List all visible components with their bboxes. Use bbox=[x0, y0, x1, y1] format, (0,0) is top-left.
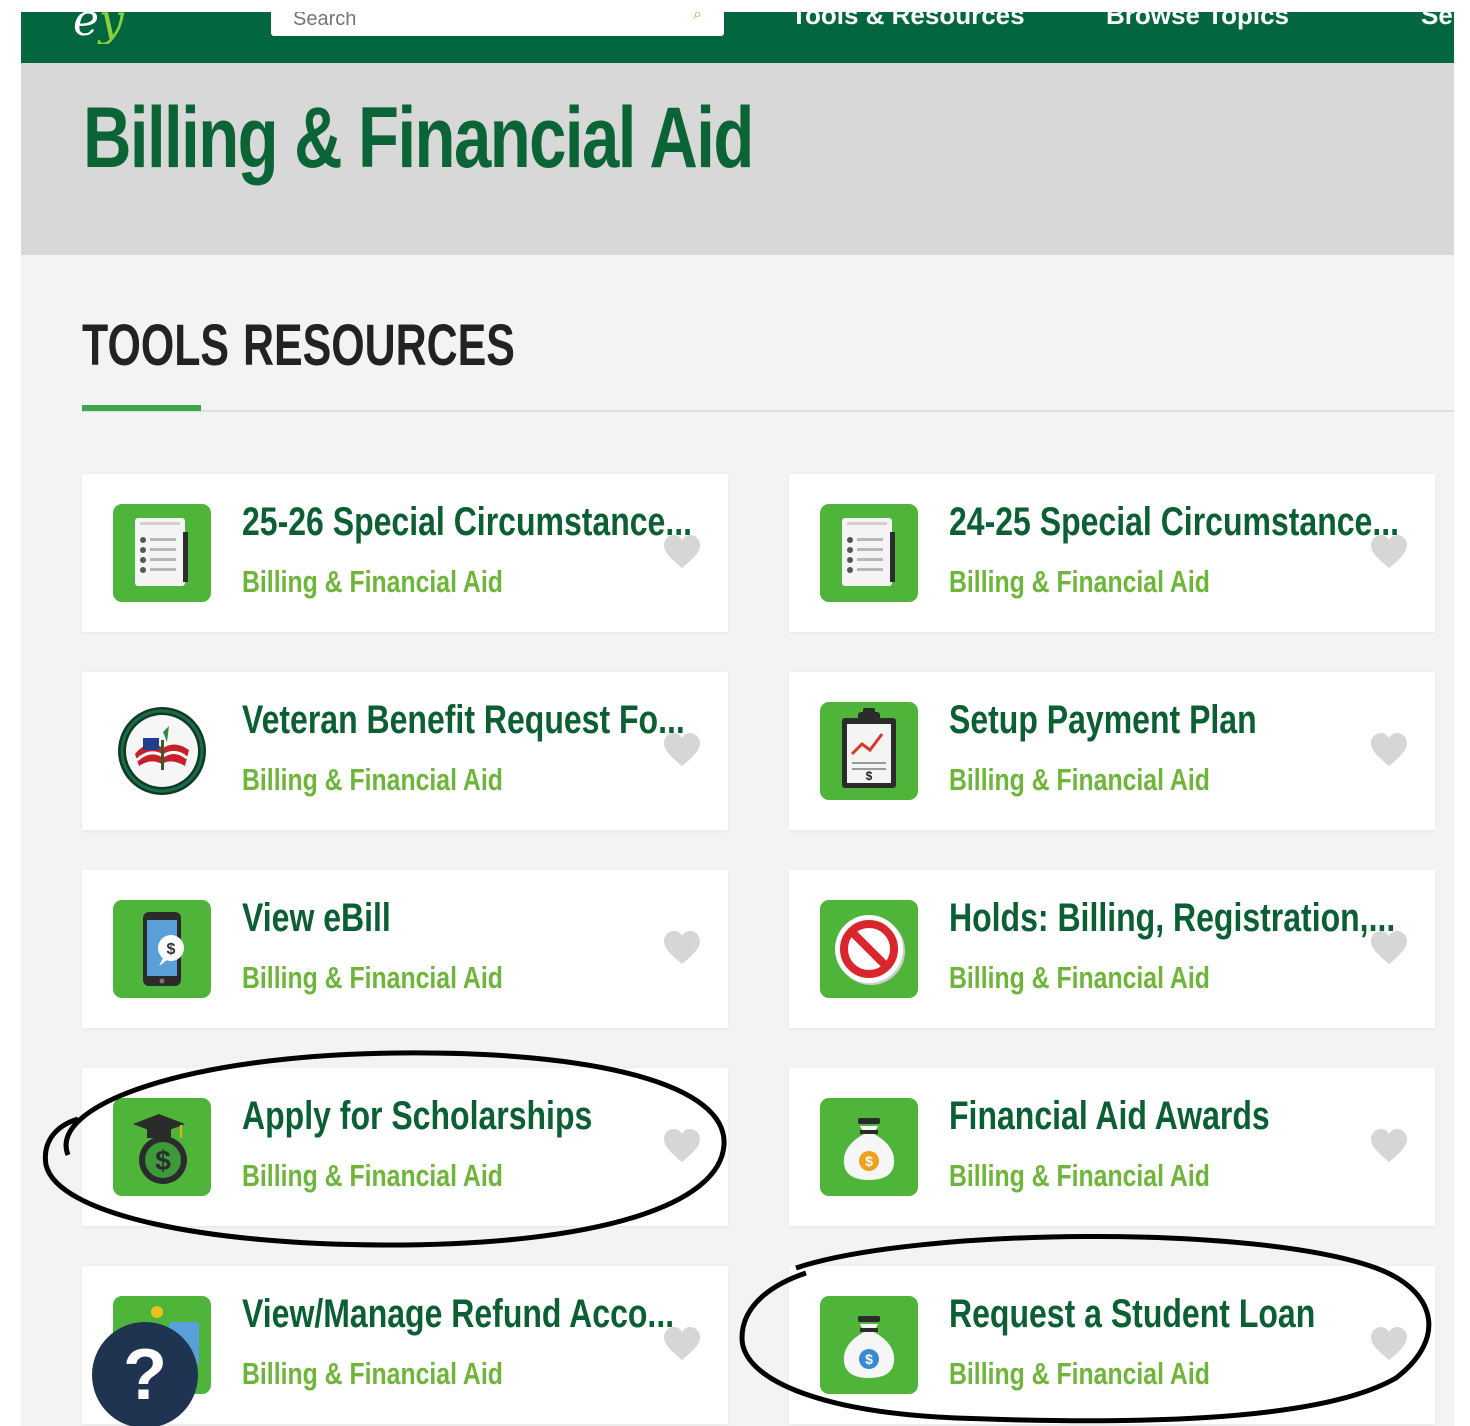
help-question-label: ? bbox=[123, 1335, 167, 1415]
tab-divider bbox=[82, 410, 1454, 412]
tool-card-category: Billing & Financial Aid bbox=[949, 960, 1210, 995]
tool-card-title: Veteran Benefit Request Fo... bbox=[242, 698, 685, 742]
svg-text:$: $ bbox=[167, 941, 176, 958]
page-frame: ey ⌕ Tools & Resources Browse Topics Se … bbox=[21, 12, 1454, 1426]
tool-card-category: Billing & Financial Aid bbox=[242, 1356, 503, 1391]
tool-card-title: View eBill bbox=[242, 896, 391, 940]
search-icon[interactable]: ⌕ bbox=[693, 12, 702, 24]
page-title: Billing & Financial Aid bbox=[83, 90, 754, 186]
active-tab-indicator bbox=[82, 405, 201, 411]
tool-card[interactable]: $ Financial Aid Awards Billing & Financi… bbox=[789, 1068, 1435, 1226]
nav-link-overflow[interactable]: Se bbox=[1421, 12, 1453, 31]
page-header-band: Billing & Financial Aid bbox=[21, 63, 1454, 255]
veterans-seal-icon bbox=[113, 702, 211, 800]
heart-icon[interactable] bbox=[1369, 1128, 1409, 1164]
svg-text:$: $ bbox=[865, 1351, 873, 1367]
nav-link-tools-resources[interactable]: Tools & Resources bbox=[791, 12, 1025, 31]
tool-card-category: Billing & Financial Aid bbox=[242, 960, 503, 995]
phone-dollar-icon: $ bbox=[113, 900, 211, 998]
tool-card-category: Billing & Financial Aid bbox=[949, 1356, 1210, 1391]
heart-icon[interactable] bbox=[662, 534, 702, 570]
tool-card-title: Financial Aid Awards bbox=[949, 1094, 1270, 1138]
tool-card[interactable]: $ Request a Student Loan Billing & Finan… bbox=[789, 1266, 1435, 1424]
grad-cap-dollar-icon: $ bbox=[113, 1098, 211, 1196]
tab-tools[interactable]: TOOLS bbox=[82, 312, 229, 379]
tool-card-title: Setup Payment Plan bbox=[949, 698, 1257, 742]
heart-icon[interactable] bbox=[662, 1128, 702, 1164]
tool-card-title: Holds: Billing, Registration,... bbox=[949, 896, 1396, 940]
document-list-icon bbox=[820, 504, 918, 602]
tool-card[interactable]: Veteran Benefit Request Fo... Billing & … bbox=[82, 672, 728, 830]
heart-icon[interactable] bbox=[1369, 534, 1409, 570]
heart-icon[interactable] bbox=[1369, 930, 1409, 966]
svg-text:$: $ bbox=[155, 1145, 171, 1176]
tool-card-title: 24-25 Special Circumstance... bbox=[949, 500, 1399, 544]
help-button[interactable]: ? bbox=[92, 1322, 198, 1426]
heart-icon[interactable] bbox=[662, 1326, 702, 1362]
heart-icon[interactable] bbox=[1369, 732, 1409, 768]
heart-icon[interactable] bbox=[662, 930, 702, 966]
svg-text:$: $ bbox=[866, 769, 873, 783]
heart-icon[interactable] bbox=[662, 732, 702, 768]
tool-card-category: Billing & Financial Aid bbox=[949, 762, 1210, 797]
nav-link-browse-topics[interactable]: Browse Topics bbox=[1106, 12, 1289, 31]
heart-icon[interactable] bbox=[1369, 1326, 1409, 1362]
search-box: ⌕ bbox=[271, 12, 724, 36]
tool-card[interactable]: $ Setup Payment Plan Billing & Financial… bbox=[789, 672, 1435, 830]
tool-card[interactable]: 24-25 Special Circumstance... Billing & … bbox=[789, 474, 1435, 632]
svg-text:$: $ bbox=[865, 1153, 873, 1169]
tool-card-category: Billing & Financial Aid bbox=[242, 564, 503, 599]
tool-card-category: Billing & Financial Aid bbox=[949, 1158, 1210, 1193]
search-input[interactable] bbox=[271, 12, 693, 32]
tool-card[interactable]: $ Apply for Scholarships Billing & Finan… bbox=[82, 1068, 728, 1226]
money-bag-blue-icon: $ bbox=[820, 1296, 918, 1394]
tool-card-title: Apply for Scholarships bbox=[242, 1094, 593, 1138]
tool-card-title: View/Manage Refund Acco... bbox=[242, 1292, 675, 1336]
tool-card[interactable]: 25-26 Special Circumstance... Billing & … bbox=[82, 474, 728, 632]
tool-card[interactable]: Holds: Billing, Registration,... Billing… bbox=[789, 870, 1435, 1028]
document-list-icon bbox=[113, 504, 211, 602]
site-logo[interactable]: ey bbox=[73, 12, 243, 44]
tool-card-category: Billing & Financial Aid bbox=[242, 1158, 503, 1193]
no-symbol-icon bbox=[820, 900, 918, 998]
tool-card-title: 25-26 Special Circumstance... bbox=[242, 500, 692, 544]
tool-card-category: Billing & Financial Aid bbox=[242, 762, 503, 797]
money-bag-icon: $ bbox=[820, 1098, 918, 1196]
top-nav-bar: ey ⌕ Tools & Resources Browse Topics Se bbox=[21, 12, 1454, 63]
tab-bar: TOOLS RESOURCES bbox=[82, 312, 1454, 412]
clipboard-chart-icon: $ bbox=[820, 702, 918, 800]
tool-card[interactable]: $ View eBill Billing & Financial Aid bbox=[82, 870, 728, 1028]
tool-card-title: Request a Student Loan bbox=[949, 1292, 1316, 1336]
tool-card-category: Billing & Financial Aid bbox=[949, 564, 1210, 599]
tab-resources[interactable]: RESOURCES bbox=[243, 312, 515, 379]
